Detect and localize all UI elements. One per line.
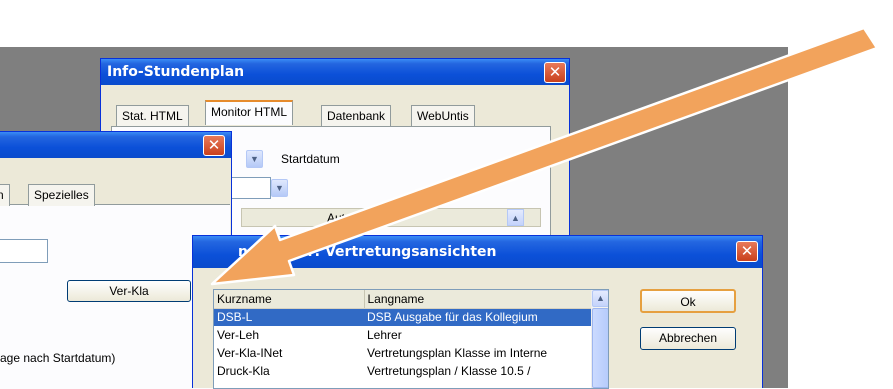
close-icon: ✕ — [740, 242, 754, 260]
ver-kla-button[interactable]: Ver-Kla — [67, 280, 191, 302]
row-kurzname: Druck-Kla — [217, 364, 270, 378]
back-window-titlebar[interactable] — [0, 132, 231, 158]
dialog-title: n / Lehrer: Vertretungsansichten — [238, 244, 497, 260]
row-kurzname: Ver-Leh — [217, 328, 260, 342]
second-combo-field[interactable] — [226, 177, 271, 199]
row-kurzname: DSB-L — [214, 308, 364, 326]
close-icon: ✕ — [548, 63, 562, 81]
list-scrollbar[interactable]: ▲ — [591, 290, 608, 388]
info-list-header: AutoInfo ▲ — [241, 208, 541, 227]
autoinfo-column-header: AutoInfo — [327, 211, 372, 225]
dialog-close-button[interactable]: ✕ — [736, 241, 758, 262]
info-window-close-button[interactable]: ✕ — [544, 62, 566, 83]
table-row[interactable]: Ver-Kla-INet Vertretungsplan Klasse im I… — [214, 344, 592, 362]
chevron-down-icon: ▼ — [250, 154, 259, 164]
second-combo-button[interactable]: ▼ — [271, 179, 288, 197]
ok-button[interactable]: Ok — [640, 289, 736, 313]
tab-spezielles[interactable]: Spezielles — [28, 184, 95, 206]
back-window-text-field[interactable] — [0, 239, 48, 263]
row-langname: Vertretungsplan Klasse im Interne — [367, 346, 548, 360]
table-row[interactable]: Druck-Kla Vertretungsplan / Klasse 10.5 … — [214, 362, 592, 380]
column-header-kurzname[interactable]: Kurzname — [214, 290, 365, 309]
abbrechen-button[interactable]: Abbrechen — [640, 327, 736, 350]
tab-monitor-html[interactable]: Monitor HTML — [205, 100, 294, 125]
ansichten-table: Kurzname Langname DSB-L DSB Ausgabe für … — [214, 290, 593, 380]
info-window-titlebar[interactable]: Info-Stundenplan — [101, 59, 569, 85]
close-icon: ✕ — [207, 136, 221, 154]
info-window-title: Info-Stundenplan — [107, 64, 245, 80]
dialog-titlebar[interactable]: n / Lehrer: Vertretungsansichten — [193, 236, 762, 268]
table-row[interactable]: DSB-L DSB Ausgabe für das Kollegium — [214, 308, 592, 326]
tab-datenbank[interactable]: Datenbank — [321, 105, 392, 127]
tab-stat-html[interactable]: Stat. HTML — [116, 105, 189, 127]
tab-webuntis[interactable]: WebUntis — [411, 105, 475, 127]
list-header-row: Kurzname Langname — [214, 290, 593, 309]
tab-partial[interactable]: n — [0, 184, 10, 206]
back-window-bottom-text: age nach Startdatum) — [0, 351, 116, 365]
chevron-up-icon[interactable]: ▲ — [507, 209, 524, 226]
row-langname: Vertretungsplan / Klasse 10.5 / — [367, 364, 531, 378]
chevron-up-icon[interactable]: ▲ — [592, 290, 608, 307]
row-langname: DSB Ausgabe für das Kollegium — [364, 308, 592, 326]
startdatum-label: Startdatum — [281, 152, 340, 166]
chevron-down-icon: ▼ — [275, 183, 284, 193]
vertretungsansichten-dialog: n / Lehrer: Vertretungsansichten ✕ Kurzn… — [192, 235, 763, 389]
ansichten-list[interactable]: Kurzname Langname DSB-L DSB Ausgabe für … — [213, 289, 609, 389]
column-header-langname[interactable]: Langname — [364, 290, 593, 309]
scrollbar-thumb[interactable] — [592, 308, 608, 388]
row-kurzname: Ver-Kla-INet — [217, 346, 283, 360]
back-window-close-button[interactable]: ✕ — [203, 135, 225, 156]
table-row[interactable]: Ver-Leh Lehrer — [214, 326, 592, 344]
row-langname: Lehrer — [367, 328, 402, 342]
startdatum-combo-button[interactable]: ▼ — [246, 150, 263, 168]
